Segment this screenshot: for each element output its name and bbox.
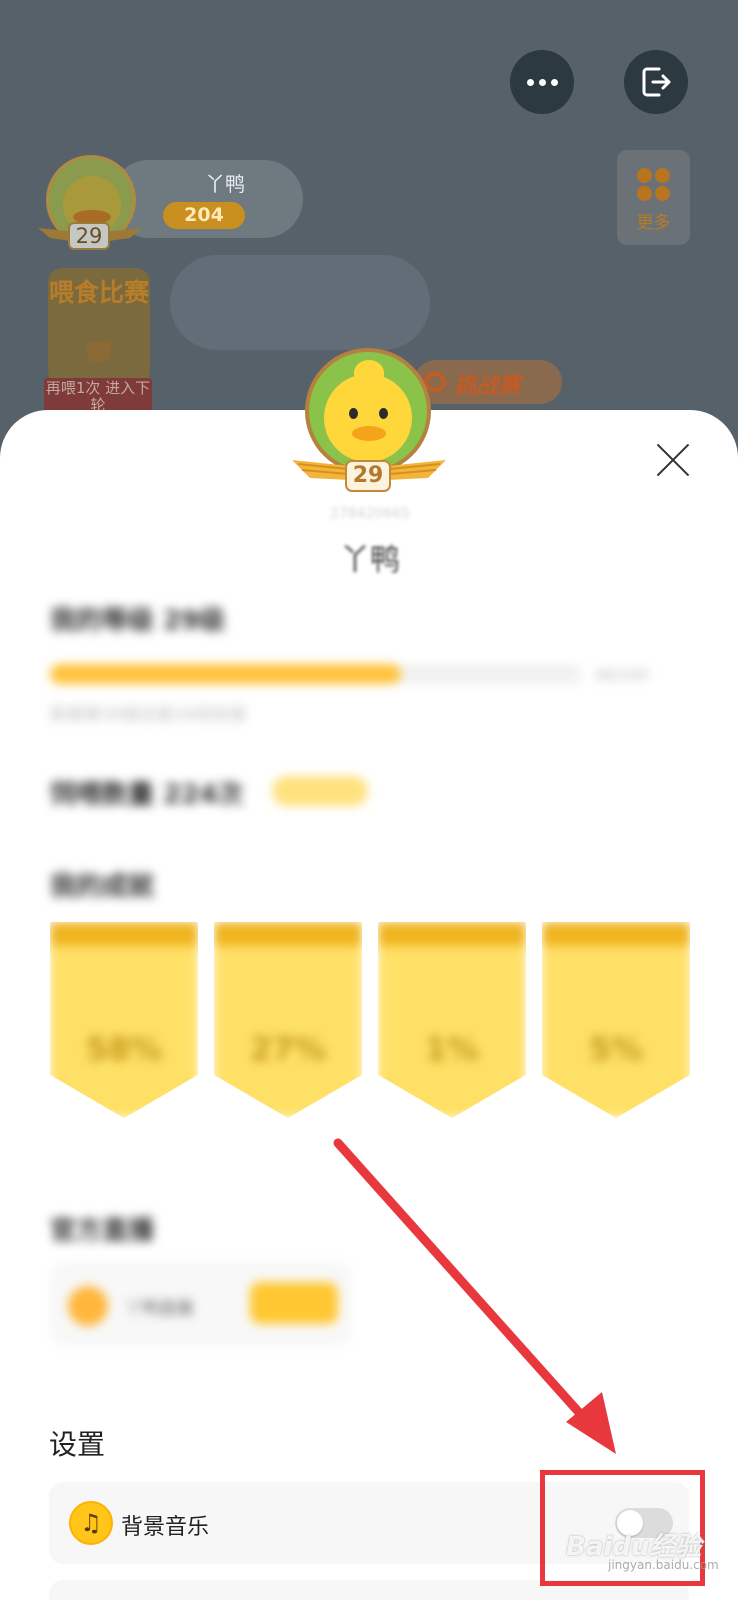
level-progress-bar — [50, 664, 582, 684]
more-button[interactable]: 更多 — [617, 150, 690, 245]
close-icon[interactable] — [655, 442, 691, 478]
medals-title: 我的成就 — [50, 872, 155, 902]
user-name: 丫鸭 — [340, 543, 400, 578]
contest-title: 喂食比赛 — [48, 278, 149, 307]
background-music-label: 背景音乐 — [121, 1515, 210, 1540]
level-hint: 距离第30级还差34经验值 — [50, 705, 247, 725]
profile-name: 丫鸭 — [205, 172, 245, 196]
exit-button[interactable] — [624, 50, 688, 114]
settings-title: 设置 — [49, 1428, 106, 1461]
level-progress-meta: 66/100 — [596, 666, 649, 684]
sheet-level-badge: 29 — [345, 460, 391, 492]
cloud-decoration — [170, 255, 430, 350]
more-label: 更多 — [636, 213, 671, 233]
music-note-icon: ♫ — [69, 1501, 113, 1545]
level-section-title: 我的等级 29级 — [50, 606, 226, 636]
contest-ribbon: 再喂1次 进入下轮 — [44, 378, 152, 414]
coin-icon — [68, 1286, 108, 1326]
grid-icon — [637, 168, 671, 202]
ellipsis-icon — [526, 78, 558, 86]
sheet-avatar — [305, 348, 431, 474]
official-title: 官方直播 — [50, 1216, 155, 1246]
official-card-button[interactable] — [250, 1282, 338, 1324]
profile-score: 204 — [163, 202, 245, 229]
watermark-sub: jingyan.baidu.com — [608, 1558, 719, 1572]
profile-level-badge: 29 — [68, 222, 110, 250]
official-card[interactable]: 丫鸭直播 — [50, 1262, 352, 1346]
official-card-text: 丫鸭直播 — [125, 1299, 193, 1319]
medal-value: 1% — [424, 1030, 480, 1068]
feed-badge — [272, 776, 368, 806]
trophy-icon — [87, 341, 111, 363]
challenge-label: 挑战赛 — [454, 374, 521, 399]
level-progress-fill — [50, 664, 402, 684]
user-id: 278420665 — [329, 506, 411, 522]
feed-section-title: 饲喂数量 224次 — [50, 780, 244, 810]
medal-value: 27% — [249, 1030, 327, 1068]
more-options-button[interactable] — [510, 50, 574, 114]
exit-icon — [642, 67, 671, 97]
medal-value: 58% — [85, 1030, 163, 1068]
medal-value: 5% — [588, 1030, 644, 1068]
challenge-button[interactable]: 挑战赛 — [414, 360, 562, 404]
